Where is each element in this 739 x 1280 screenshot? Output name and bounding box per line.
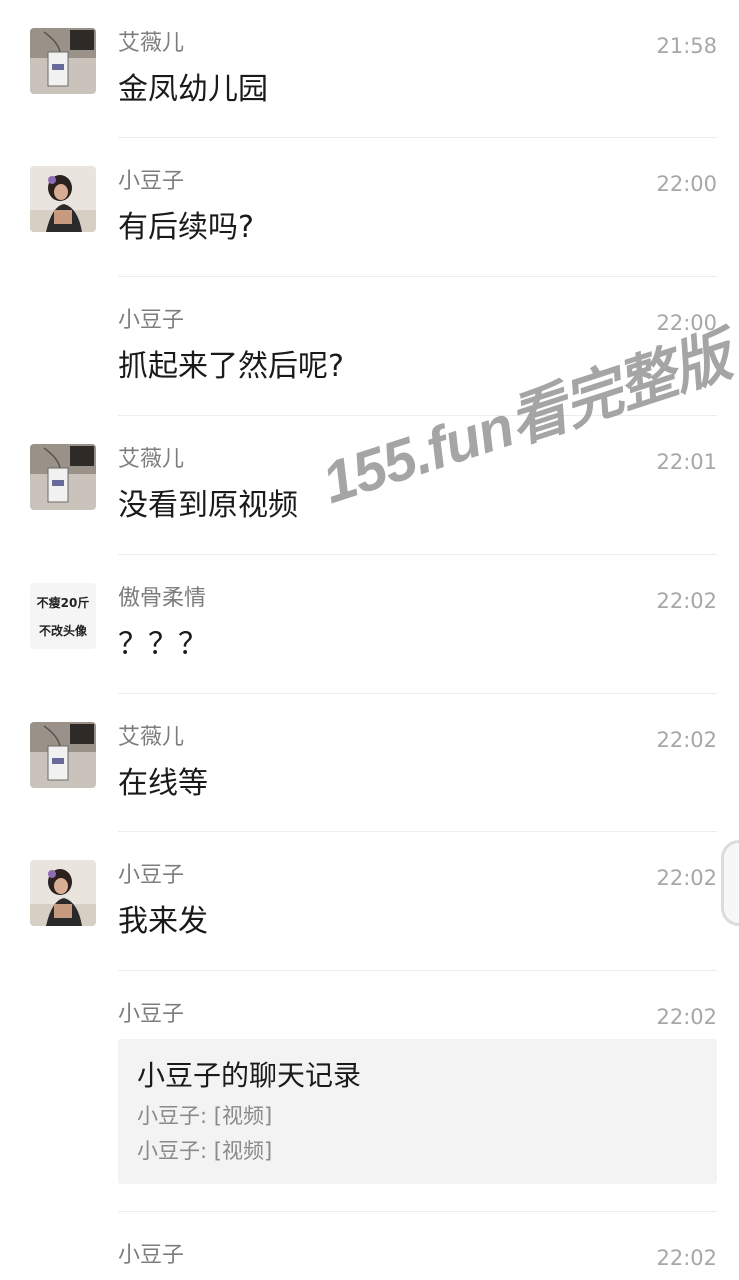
avatar[interactable] [30,722,96,788]
message-item[interactable]: 小豆子 22:02 [0,1212,739,1280]
message-item[interactable]: 艾薇儿 21:58 金凤幼儿园 [0,0,739,138]
avatar-text-line: 不改头像 [38,624,87,638]
avatar[interactable] [30,860,96,926]
message-item[interactable]: 小豆子 22:02 我来发 [0,832,739,971]
timestamp: 22:02 [656,728,717,752]
sender-name: 艾薇儿 [118,31,185,56]
chat-record-title: 小豆子的聊天记录 [137,1059,362,1092]
timestamp: 22:02 [656,589,717,613]
message-text: 抓起来了然后呢? [118,349,344,384]
chat-screen: 艾薇儿 21:58 金凤幼儿园 小豆子 22:00 有后续吗? 小豆子 22:0… [0,0,739,1280]
timestamp: 22:02 [656,866,717,890]
avatar[interactable] [30,28,96,94]
avatar-text-line: 不瘦20斤 [36,596,90,610]
avatar[interactable] [30,444,96,510]
timestamp: 22:02 [656,1246,717,1270]
message-text: 没看到原视频 [118,488,298,523]
sender-name: 小豆子 [118,308,185,333]
message-item[interactable]: 不瘦20斤 不改头像 傲骨柔情 22:02 ？？？ [0,555,739,694]
message-text: 我来发 [118,904,208,939]
timestamp: 22:01 [656,450,717,474]
message-text: 金凤幼儿园 [118,72,268,107]
timestamp: 21:58 [656,34,717,58]
message-item[interactable]: 小豆子 22:02 小豆子的聊天记录 小豆子: [视频] 小豆子: [视频] [0,971,739,1212]
message-item[interactable]: 艾薇儿 22:02 在线等 [0,694,739,832]
sender-name: 小豆子 [118,1243,185,1268]
chat-record-card[interactable]: 小豆子的聊天记录 小豆子: [视频] 小豆子: [视频] [118,1039,717,1184]
avatar[interactable]: 不瘦20斤 不改头像 [30,583,96,649]
timestamp: 22:00 [656,172,717,196]
sender-name: 小豆子 [118,169,185,194]
message-text: ？？？ [118,627,208,662]
chat-record-line: 小豆子: [视频] [137,1104,273,1128]
message-text: 在线等 [118,766,208,801]
sender-name: 艾薇儿 [118,725,185,750]
message-item[interactable]: 小豆子 22:00 有后续吗? [0,138,739,277]
scroll-handle[interactable] [721,840,739,926]
timestamp: 22:02 [656,1005,717,1029]
sender-name: 小豆子 [118,1002,185,1027]
avatar[interactable] [30,166,96,232]
chat-record-line: 小豆子: [视频] [137,1139,273,1163]
sender-name: 傲骨柔情 [118,586,207,611]
message-text: 有后续吗? [118,210,254,245]
sender-name: 艾薇儿 [118,447,185,472]
sender-name: 小豆子 [118,863,185,888]
